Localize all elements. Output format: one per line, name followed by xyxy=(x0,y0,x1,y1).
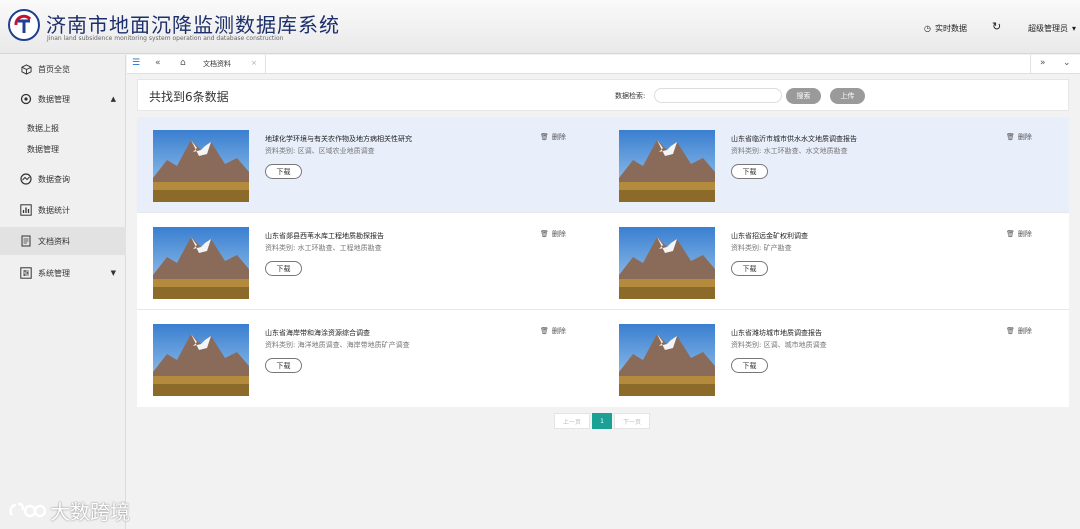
sidebar-item-data-query[interactable]: 数据查询 xyxy=(0,165,126,193)
download-button[interactable]: 下载 xyxy=(265,358,302,373)
document-thumbnail xyxy=(153,227,249,299)
menu-toggle-icon[interactable]: ☰ xyxy=(132,58,140,68)
document-thumbnail xyxy=(619,227,715,299)
sidebar-item-documents[interactable]: 文档资料 xyxy=(0,227,126,255)
download-button[interactable]: 下载 xyxy=(731,358,768,373)
cube-icon xyxy=(19,62,33,76)
sidebar-subitem-data-manage[interactable]: 数据管理 xyxy=(0,138,126,160)
upload-button[interactable]: 上传 xyxy=(830,88,865,104)
download-button[interactable]: 下载 xyxy=(731,164,768,179)
document-category: 资料类别: 水工环勘查、水文地质勘查 xyxy=(731,147,848,155)
document-title[interactable]: 地球化学环境与有关农作物及地方病相关性研究 xyxy=(265,134,412,144)
document-thumbnail xyxy=(619,130,715,202)
trash-icon: 🗑 xyxy=(540,133,549,141)
refresh-icon[interactable]: ↻ xyxy=(992,20,1001,33)
document-category: 资料类别: 区调、城市地质调查 xyxy=(731,341,827,349)
trash-icon: 🗑 xyxy=(540,327,549,335)
document-list: 地球化学环境与有关农作物及地方病相关性研究 资料类别: 区调、区域农业地质调查 … xyxy=(137,117,1069,407)
settings-panel-icon xyxy=(19,266,33,280)
search-button[interactable]: 搜索 xyxy=(786,88,821,104)
document-title[interactable]: 山东省郯县西苇水库工程地质勘探报告 xyxy=(265,231,384,241)
app-title: 济南市地面沉降监测数据库系统 xyxy=(46,13,340,37)
tab-divider xyxy=(265,55,266,74)
document-title[interactable]: 山东省临沂市城市供水水文地质调查报告 xyxy=(731,134,857,144)
list-item: 山东省招远金矿权利调查 资料类别: 矿产勘查 下载 🗑 删除 xyxy=(603,214,1069,310)
trash-icon: 🗑 xyxy=(1006,133,1015,141)
sidebar-item-system-management[interactable]: 系统管理 ▼ xyxy=(0,259,126,287)
result-toolbar: 共找到6条数据 数据检索: 搜索 上传 xyxy=(137,79,1069,111)
tab-bar: ☰ « ⌂ 文档资料 × » ⌄ xyxy=(127,55,1080,74)
caret-up-icon: ▲ xyxy=(110,95,116,103)
list-item: 山东省潍坊城市地质调查报告 资料类别: 区调、城市地质调查 下载 🗑 删除 xyxy=(603,311,1069,407)
trash-icon: 🗑 xyxy=(1006,327,1015,335)
delete-button[interactable]: 🗑 删除 xyxy=(540,229,566,239)
sidebar-subitem-data-report[interactable]: 数据上报 xyxy=(0,117,126,139)
tab-divider xyxy=(1030,55,1031,74)
document-thumbnail xyxy=(619,324,715,396)
trash-icon: 🗑 xyxy=(540,230,549,238)
document-title[interactable]: 山东省招远金矿权利调查 xyxy=(731,231,808,241)
list-item: 地球化学环境与有关农作物及地方病相关性研究 资料类别: 区调、区域农业地质调查 … xyxy=(137,117,603,213)
double-chevron-right-icon[interactable]: » xyxy=(1040,58,1046,68)
caret-down-icon: ▼ xyxy=(110,269,116,277)
list-item: 山东省郯县西苇水库工程地质勘探报告 资料类别: 水工环勘查、工程地质勘查 下载 … xyxy=(137,214,603,310)
watermark: 大数跨境 xyxy=(8,496,130,525)
document-thumbnail xyxy=(153,324,249,396)
app-logo-icon xyxy=(8,9,40,41)
chevron-down-icon[interactable]: ⌄ xyxy=(1063,58,1071,68)
table-row: 山东省郯县西苇水库工程地质勘探报告 资料类别: 水工环勘查、工程地质勘查 下载 … xyxy=(137,214,1069,310)
document-title[interactable]: 山东省潍坊城市地质调查报告 xyxy=(731,328,822,338)
document-thumbnail xyxy=(153,130,249,202)
realtime-data-button[interactable]: ◷ 实时数据 xyxy=(924,23,967,34)
search-label: 数据检索: xyxy=(615,92,646,100)
sidebar-item-data-statistics[interactable]: 数据统计 xyxy=(0,196,126,224)
gear-icon xyxy=(19,92,33,106)
double-chevron-left-icon[interactable]: « xyxy=(155,58,161,68)
pagination-prev[interactable]: 上一页 xyxy=(554,413,590,429)
table-row: 地球化学环境与有关农作物及地方病相关性研究 资料类别: 区调、区域农业地质调查 … xyxy=(137,117,1069,213)
caret-down-icon: ▾ xyxy=(1072,24,1077,33)
delete-button[interactable]: 🗑 删除 xyxy=(1006,229,1032,239)
watermark-logo-icon xyxy=(9,502,46,517)
document-category: 资料类别: 矿产勘查 xyxy=(731,244,792,252)
chart-circle-icon xyxy=(19,172,33,186)
list-item: 山东省临沂市城市供水水文地质调查报告 资料类别: 水工环勘查、水文地质勘查 下载… xyxy=(603,117,1069,213)
sidebar: 首页全览 数据管理 ▲ 数据上报 数据管理 数据查询 数据统计 文档资料 系统管… xyxy=(0,55,126,529)
download-button[interactable]: 下载 xyxy=(731,261,768,276)
document-category: 资料类别: 水工环勘查、工程地质勘查 xyxy=(265,244,382,252)
close-icon[interactable]: × xyxy=(251,59,257,67)
sidebar-item-data-management[interactable]: 数据管理 ▲ xyxy=(0,85,126,113)
delete-button[interactable]: 🗑 删除 xyxy=(1006,326,1032,336)
search-input[interactable] xyxy=(654,88,782,103)
bar-chart-icon xyxy=(19,203,33,217)
sidebar-item-home[interactable]: 首页全览 xyxy=(0,55,126,83)
document-icon xyxy=(19,234,33,248)
app-header: 济南市地面沉降监测数据库系统 Jinan land subsidence mon… xyxy=(0,0,1080,54)
user-menu[interactable]: 超级管理员 ▾ xyxy=(1028,23,1076,34)
app-subtitle: Jinan land subsidence monitoring system … xyxy=(47,35,284,42)
home-icon[interactable]: ⌂ xyxy=(180,58,186,68)
delete-button[interactable]: 🗑 删除 xyxy=(540,326,566,336)
download-button[interactable]: 下载 xyxy=(265,261,302,276)
delete-button[interactable]: 🗑 删除 xyxy=(1006,132,1032,142)
list-item: 山东省海岸带和海涂资源综合调查 资料类别: 海洋地质调查、海岸带地质矿产调查 下… xyxy=(137,311,603,407)
document-title[interactable]: 山东省海岸带和海涂资源综合调查 xyxy=(265,328,370,338)
pagination-current[interactable]: 1 xyxy=(592,413,612,429)
document-category: 资料类别: 海洋地质调查、海岸带地质矿产调查 xyxy=(265,341,410,349)
result-count: 共找到6条数据 xyxy=(149,90,229,104)
document-category: 资料类别: 区调、区域农业地质调查 xyxy=(265,147,375,155)
tab-documents[interactable]: 文档资料 xyxy=(203,59,231,69)
pagination-next[interactable]: 下一页 xyxy=(614,413,650,429)
table-row: 山东省海岸带和海涂资源综合调查 资料类别: 海洋地质调查、海岸带地质矿产调查 下… xyxy=(137,311,1069,407)
trash-icon: 🗑 xyxy=(1006,230,1015,238)
download-button[interactable]: 下载 xyxy=(265,164,302,179)
delete-button[interactable]: 🗑 删除 xyxy=(540,132,566,142)
realtime-icon: ◷ xyxy=(924,24,931,33)
